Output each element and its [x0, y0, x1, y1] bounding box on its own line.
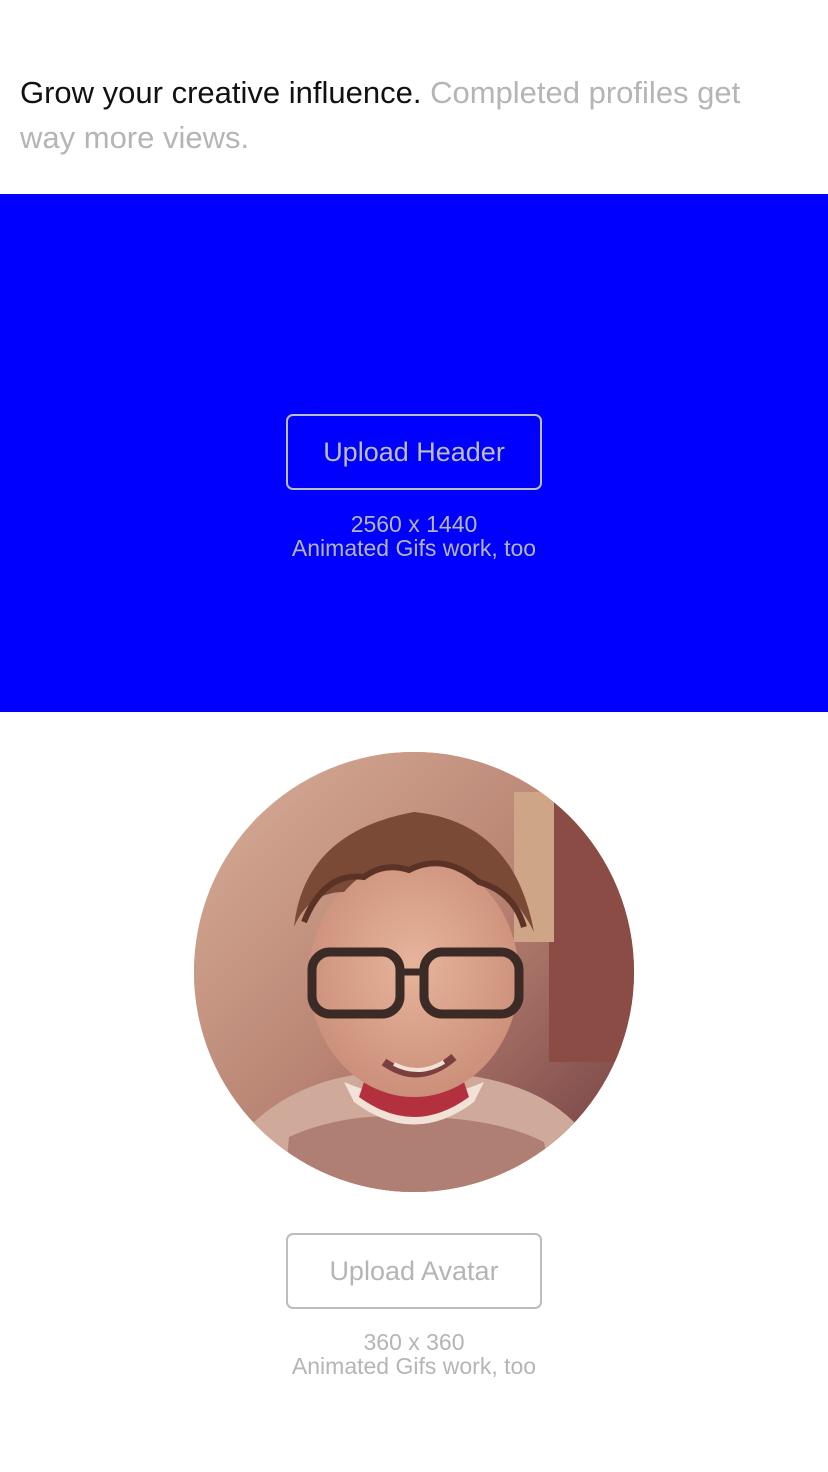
- avatar-note: Animated Gifs work, too: [291, 1353, 537, 1379]
- avatar-dimensions: 360 x 360: [363, 1329, 465, 1355]
- header-note: Animated Gifs work, too: [291, 535, 537, 561]
- avatar-photo: [194, 752, 634, 1192]
- intro-text: Grow your creative influence. Completed …: [20, 70, 800, 160]
- profile-setup-page: Grow your creative influence. Completed …: [0, 0, 828, 1472]
- upload-avatar-button[interactable]: Upload Avatar: [286, 1233, 542, 1309]
- upload-header-button[interactable]: Upload Header: [286, 414, 542, 490]
- avatar-requirements: 360 x 360 Animated Gifs work, too: [0, 1330, 828, 1378]
- header-image-area[interactable]: Upload Header 2560 x 1440 Animated Gifs …: [0, 194, 828, 712]
- header-dimensions: 2560 x 1440: [350, 511, 478, 537]
- intro-lead: Grow your creative influence.: [20, 75, 422, 110]
- header-requirements: 2560 x 1440 Animated Gifs work, too: [0, 512, 828, 560]
- avatar-image: [194, 752, 634, 1192]
